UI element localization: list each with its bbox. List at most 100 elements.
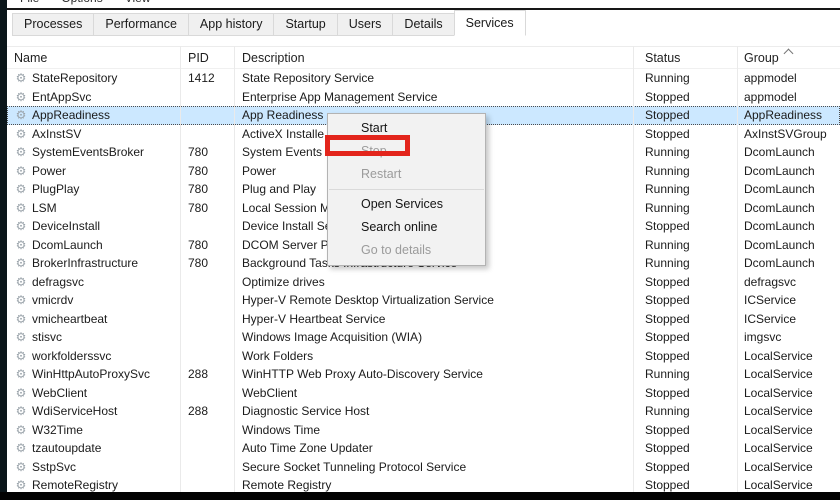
- service-description: Secure Socket Tunneling Protocol Service: [242, 459, 467, 474]
- service-name-cell: ⚙ BrokerInfrastructure: [7, 256, 180, 270]
- chevron-up-icon: [783, 48, 794, 59]
- table-row[interactable]: ⚙ stisvc Windows Image Acquisition (WIA) …: [7, 328, 840, 347]
- service-status: Running: [645, 404, 690, 419]
- table-row[interactable]: ⚙ tzautoupdate Auto Time Zone Updater Sto…: [7, 439, 840, 458]
- table-row[interactable]: ⚙ workfolderssvc Work Folders Stopped Loc…: [7, 347, 840, 366]
- service-status: Stopped: [645, 478, 690, 493]
- service-group: ICService: [744, 311, 797, 326]
- service-group: LocalService: [744, 348, 813, 363]
- service-group: LocalService: [744, 422, 813, 437]
- service-status: Stopped: [645, 422, 690, 437]
- service-name: vmicrdv: [32, 293, 74, 308]
- service-status: Running: [645, 145, 690, 160]
- service-group: LocalService: [744, 478, 813, 493]
- service-pid: 288: [188, 367, 209, 382]
- service-name-cell: ⚙ DeviceInstall: [7, 219, 180, 233]
- gear-icon: ⚙: [15, 200, 27, 215]
- table-row[interactable]: ⚙ defragsvc Optimize drives Stopped defra…: [7, 273, 840, 292]
- menubar-item-view[interactable]: View: [125, 0, 151, 5]
- column-divider: [737, 46, 738, 492]
- menubar-item-file[interactable]: File: [20, 0, 39, 5]
- service-name-cell: ⚙ DcomLaunch: [7, 238, 180, 252]
- tab-app-history[interactable]: App history: [187, 13, 275, 36]
- menu-separator: [329, 189, 484, 190]
- gear-icon: ⚙: [15, 330, 27, 345]
- gear-icon: ⚙: [15, 385, 27, 400]
- service-status: Stopped: [645, 441, 690, 456]
- tab-users[interactable]: Users: [336, 13, 394, 36]
- service-group: LocalService: [744, 441, 813, 456]
- service-name-cell: ⚙ SstpSvc: [7, 460, 180, 474]
- table-row[interactable]: ⚙ WebClient WebClient Stopped LocalServic…: [7, 384, 840, 403]
- column-header-description[interactable]: Description: [234, 47, 633, 68]
- gear-icon: ⚙: [15, 311, 27, 326]
- service-description: Diagnostic Service Host: [242, 404, 370, 419]
- gear-icon: ⚙: [15, 71, 27, 86]
- menu-item-search-online[interactable]: Search online: [328, 216, 485, 239]
- tab-details[interactable]: Details: [392, 13, 455, 36]
- service-name-cell: ⚙ tzautoupdate: [7, 441, 180, 455]
- tab-performance[interactable]: Performance: [93, 13, 189, 36]
- table-row[interactable]: ⚙ EntAppSvc Enterprise App Management Ser…: [7, 88, 840, 107]
- service-status: Stopped: [645, 311, 690, 326]
- table-row[interactable]: ⚙ SstpSvc Secure Socket Tunneling Protoco…: [7, 458, 840, 477]
- column-header-status[interactable]: Status: [633, 47, 737, 68]
- service-name-cell: ⚙ SystemEventsBroker: [7, 145, 180, 159]
- gear-icon: ⚙: [15, 182, 27, 197]
- gear-icon: ⚙: [15, 126, 27, 141]
- service-pid: 780: [188, 182, 209, 197]
- service-description: State Repository Service: [242, 71, 375, 86]
- service-name: WebClient: [32, 385, 88, 400]
- table-row[interactable]: ⚙ vmicheartbeat Hyper-V Heartbeat Service…: [7, 310, 840, 329]
- column-header-pid[interactable]: PID: [180, 47, 234, 68]
- service-group: imgsvc: [744, 330, 782, 345]
- service-status: Stopped: [645, 219, 690, 234]
- service-name-cell: ⚙ PlugPlay: [7, 182, 180, 196]
- service-group: DcomLaunch: [744, 256, 815, 271]
- service-name-cell: ⚙ defragsvc: [7, 275, 180, 289]
- service-description: Enterprise App Management Service: [242, 89, 438, 104]
- tab-services[interactable]: Services: [453, 10, 526, 36]
- service-description: Windows Image Acquisition (WIA): [242, 330, 423, 345]
- menu-item-open-services[interactable]: Open Services: [328, 193, 485, 216]
- gear-icon: ⚙: [15, 441, 27, 456]
- gear-icon: ⚙: [15, 108, 27, 123]
- service-status: Running: [645, 163, 690, 178]
- service-description: Windows Time: [242, 422, 321, 437]
- tab-startup[interactable]: Startup: [273, 13, 338, 36]
- service-name-cell: ⚙ AxInstSV: [7, 127, 180, 141]
- table-row[interactable]: ⚙ WinHttpAutoProxySvc 288 WinHTTP Web Pro…: [7, 365, 840, 384]
- menu-bar-items: File Options View: [7, 0, 840, 5]
- service-name: AxInstSV: [32, 126, 82, 141]
- service-group: DcomLaunch: [744, 182, 815, 197]
- table-row[interactable]: ⚙ StateRepository 1412 State Repository S…: [7, 69, 840, 88]
- column-header-group[interactable]: Group: [737, 47, 840, 68]
- service-group: LocalService: [744, 459, 813, 474]
- service-group: ICService: [744, 293, 797, 308]
- service-group: appmodel: [744, 71, 797, 86]
- window-edge-left: [0, 0, 7, 500]
- column-header-label: Description: [242, 50, 305, 65]
- table-row[interactable]: ⚙ W32Time Windows Time Stopped LocalServi…: [7, 421, 840, 440]
- column-divider: [180, 46, 181, 492]
- service-name: stisvc: [32, 330, 62, 345]
- menubar-item-options[interactable]: Options: [61, 0, 102, 5]
- table-row[interactable]: ⚙ WdiServiceHost 288 Diagnostic Service H…: [7, 402, 840, 421]
- service-pid: 780: [188, 237, 209, 252]
- gear-icon: ⚙: [15, 219, 27, 234]
- gear-icon: ⚙: [15, 293, 27, 308]
- service-status: Stopped: [645, 459, 690, 474]
- column-header-name[interactable]: Name: [7, 47, 180, 68]
- gear-icon: ⚙: [15, 145, 27, 160]
- column-divider: [633, 46, 634, 492]
- table-row[interactable]: ⚙ vmicrdv Hyper-V Remote Desktop Virtuali…: [7, 291, 840, 310]
- gear-icon: ⚙: [15, 367, 27, 382]
- gear-icon: ⚙: [15, 422, 27, 437]
- service-group: AxInstSVGroup: [744, 126, 827, 141]
- service-group: LocalService: [744, 404, 813, 419]
- service-name: workfolderssvc: [32, 348, 112, 363]
- gear-icon: ⚙: [15, 237, 27, 252]
- service-name: AppReadiness: [32, 108, 111, 123]
- tab-processes[interactable]: Processes: [12, 13, 95, 36]
- service-name-cell: ⚙ vmicheartbeat: [7, 312, 180, 326]
